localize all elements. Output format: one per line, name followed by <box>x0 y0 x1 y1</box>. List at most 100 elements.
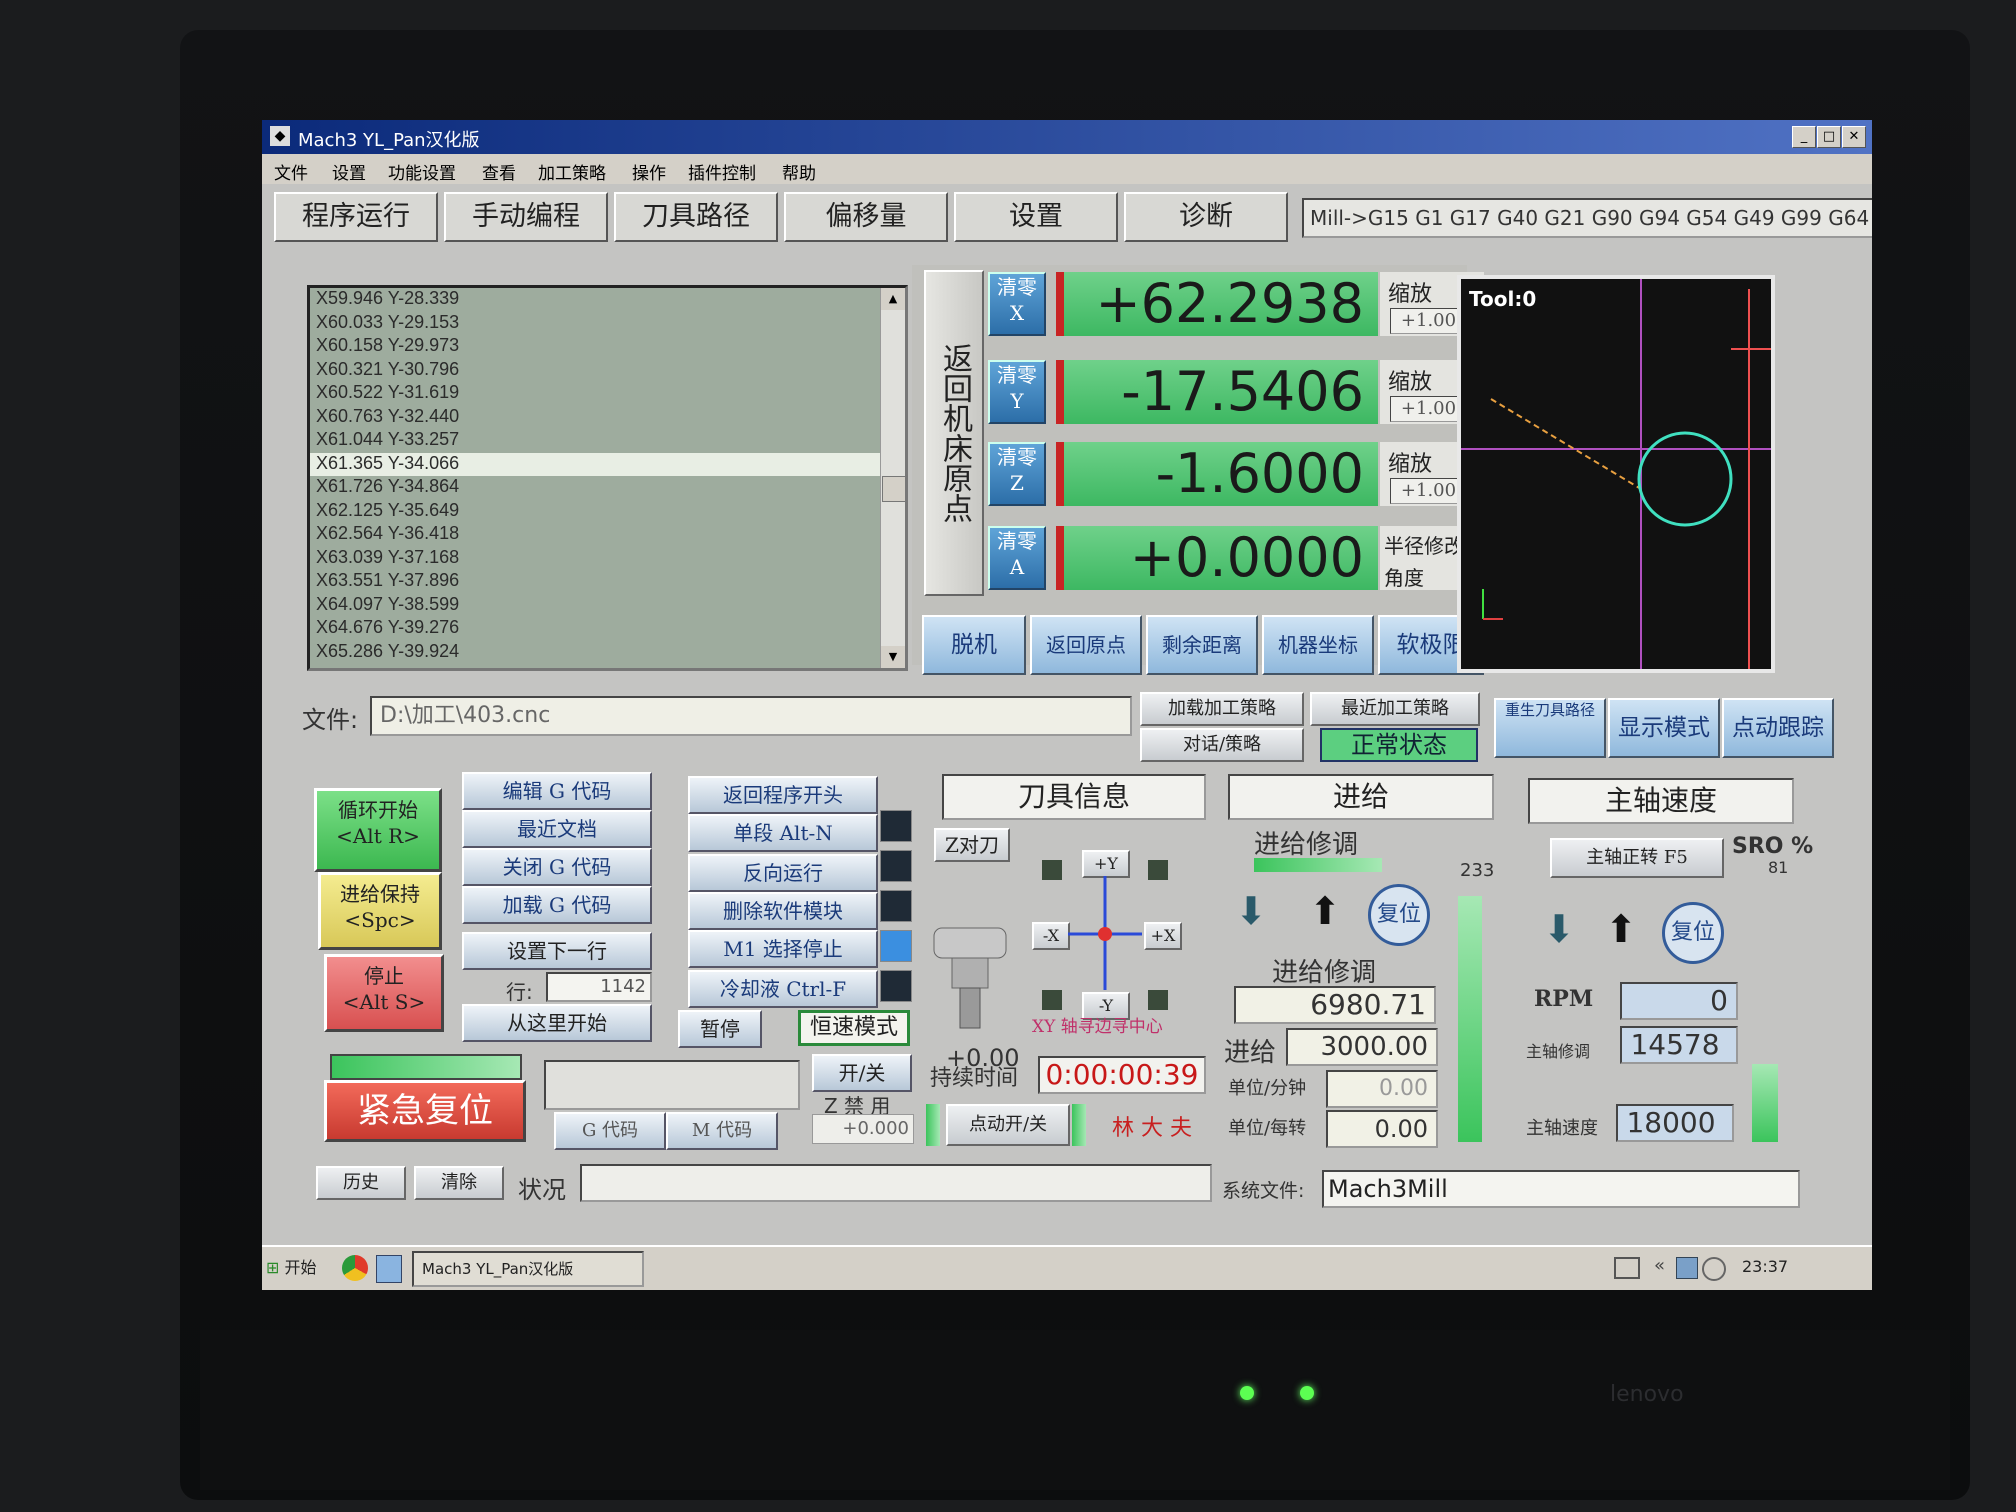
maximize-button[interactable]: □ <box>1817 126 1841 148</box>
optional-stop-button[interactable]: M1 选择停止 <box>688 930 878 968</box>
gcode-line[interactable]: X61.726 Y-34.864 <box>310 476 905 500</box>
offline-button[interactable]: 脱机 <box>922 615 1026 675</box>
pause-button[interactable]: 暂停 <box>678 1010 762 1048</box>
tab-settings[interactable]: 设置 <box>954 192 1118 242</box>
gcode-line[interactable]: X63.039 Y-37.168 <box>310 547 905 571</box>
mcodes-button[interactable]: M 代码 <box>666 1112 778 1150</box>
toolpath-display[interactable]: Tool:0 <box>1457 275 1775 673</box>
recent-file-button[interactable]: 最近文档 <box>462 810 652 848</box>
feed-reset-button[interactable]: 复位 <box>1368 884 1430 946</box>
spindle-up-icon[interactable]: ⬆ <box>1594 902 1648 956</box>
coolant-button[interactable]: 冷却液 Ctrl-F <box>688 970 878 1008</box>
gcode-line[interactable]: X63.551 Y-37.896 <box>310 570 905 594</box>
history-button[interactable]: 历史 <box>316 1166 406 1200</box>
z-touch-button[interactable]: Z对刀 <box>934 828 1010 862</box>
menu-operate[interactable]: 操作 <box>632 159 666 184</box>
feed-override-slider[interactable] <box>1458 896 1482 1142</box>
line-number-field[interactable]: 1142 <box>546 972 652 1002</box>
tab-program-run[interactable]: 程序运行 <box>274 192 438 242</box>
menu-function-settings[interactable]: 功能设置 <box>388 159 456 184</box>
gcode-line[interactable]: X62.564 Y-36.418 <box>310 523 905 547</box>
clear-button[interactable]: 清除 <box>414 1166 504 1200</box>
wizard-button[interactable]: 对话/策略 <box>1140 728 1304 762</box>
feed-rate-value[interactable]: 3000.00 <box>1286 1028 1438 1066</box>
emergency-reset-button[interactable]: 紧急复位 <box>324 1080 526 1142</box>
dro-x[interactable]: +62.2938 <box>1056 272 1378 336</box>
close-button[interactable]: ✕ <box>1842 126 1866 148</box>
taskbar-mach3-item[interactable]: Mach3 YL_Pan汉化版 <box>412 1251 644 1287</box>
close-gcode-button[interactable]: 关闭 G 代码 <box>462 848 652 886</box>
spindle-cw-button[interactable]: 主轴正转 F5 <box>1550 838 1724 878</box>
jog-follow-button[interactable]: 点动跟踪 <box>1722 698 1834 758</box>
menu-plugins[interactable]: 插件控制 <box>688 159 756 184</box>
gcode-line[interactable]: X59.946 Y-28.339 <box>310 288 905 312</box>
set-next-line-button[interactable]: 设置下一行 <box>462 932 652 970</box>
feed-override-value[interactable]: 6980.71 <box>1234 986 1436 1024</box>
zero-x-button[interactable]: 清零 X <box>988 272 1046 336</box>
edit-gcode-button[interactable]: 编辑 G 代码 <box>462 772 652 810</box>
menu-view[interactable]: 查看 <box>482 159 516 184</box>
tab-offsets[interactable]: 偏移量 <box>784 192 948 242</box>
dro-a[interactable]: +0.0000 <box>1056 526 1378 590</box>
browser-icon[interactable] <box>342 1255 368 1281</box>
load-gcode-button[interactable]: 加载 G 代码 <box>462 886 652 924</box>
stop-button[interactable]: 停止 <Alt S> <box>324 954 444 1032</box>
gcodes-button[interactable]: G 代码 <box>554 1112 666 1150</box>
gcode-line[interactable]: X65.286 Y-39.924 <box>310 641 905 665</box>
scroll-down-icon[interactable]: ▼ <box>881 646 905 668</box>
feed-up-icon[interactable]: ⬆ <box>1298 884 1352 938</box>
spindle-override-slider[interactable] <box>1752 1064 1778 1142</box>
gcode-line[interactable]: X60.158 Y-29.973 <box>310 335 905 359</box>
explorer-icon[interactable] <box>376 1255 402 1283</box>
dro-y[interactable]: -17.5406 <box>1056 360 1378 424</box>
ref-all-home-button[interactable]: 返回机床原点 <box>924 270 984 596</box>
single-block-button[interactable]: 单段 Alt-N <box>688 814 878 852</box>
dro-z[interactable]: -1.6000 <box>1056 442 1378 506</box>
regen-toolpath-button[interactable]: 重生刀具路径 <box>1494 698 1606 758</box>
zero-y-button[interactable]: 清零 Y <box>988 360 1046 424</box>
gcode-line[interactable]: X60.321 Y-30.796 <box>310 359 905 383</box>
tab-toolpath[interactable]: 刀具路径 <box>614 192 778 242</box>
reverse-run-button[interactable]: 反向运行 <box>688 854 878 892</box>
jog-toggle-button[interactable]: 点动开/关 <box>946 1104 1070 1146</box>
recent-strategy-button[interactable]: 最近加工策略 <box>1310 692 1480 726</box>
menu-help[interactable]: 帮助 <box>782 159 816 184</box>
gcode-line[interactable]: X60.033 Y-29.153 <box>310 312 905 336</box>
gcode-line[interactable]: X61.365 Y-34.066 <box>310 452 905 476</box>
spindle-override-value[interactable]: 14578 <box>1620 1026 1738 1064</box>
gcode-list[interactable]: X59.946 Y-28.339 X60.033 Y-29.153 X60.158 … <box>307 285 908 671</box>
scroll-thumb[interactable] <box>882 476 905 502</box>
tab-mdi[interactable]: 手动编程 <box>444 192 608 242</box>
goto-zero-button[interactable]: 返回原点 <box>1030 615 1142 675</box>
distance-to-go-button[interactable]: 剩余距离 <box>1146 615 1258 675</box>
gcode-line[interactable]: X62.125 Y-35.649 <box>310 500 905 524</box>
block-delete-button[interactable]: 删除软件模块 <box>688 892 878 930</box>
start-button[interactable]: ⊞ 开始 <box>266 1251 330 1285</box>
gcode-scrollbar[interactable]: ▲ ▼ <box>880 288 905 668</box>
gcode-line[interactable]: X64.676 Y-39.276 <box>310 617 905 641</box>
gcode-line[interactable]: X61.044 Y-33.257 <box>310 429 905 453</box>
spindle-speed-value[interactable]: 18000 <box>1616 1104 1734 1142</box>
minimize-button[interactable]: _ <box>1792 126 1816 148</box>
menu-strategy[interactable]: 加工策略 <box>538 159 606 184</box>
menu-settings[interactable]: 设置 <box>332 159 366 184</box>
menu-file[interactable]: 文件 <box>274 159 308 184</box>
z-inhibit-toggle[interactable]: 开/关 <box>812 1054 912 1092</box>
gcode-line[interactable]: X60.763 Y-32.440 <box>310 406 905 430</box>
spindle-down-icon[interactable]: ⬇ <box>1532 902 1586 956</box>
cycle-start-button[interactable]: 循环开始 <Alt R> <box>314 788 442 872</box>
spindle-reset-button[interactable]: 复位 <box>1662 902 1724 964</box>
scroll-up-icon[interactable]: ▲ <box>881 288 905 310</box>
tray-expand-icon[interactable]: « <box>1654 1255 1665 1276</box>
rewind-button[interactable]: 返回程序开头 <box>688 776 878 814</box>
gcode-line[interactable]: X64.097 Y-38.599 <box>310 594 905 618</box>
tab-diagnostics[interactable]: 诊断 <box>1124 192 1288 242</box>
machine-coords-button[interactable]: 机器坐标 <box>1262 615 1374 675</box>
xy-edge-finder-label[interactable]: XY 轴寻边寻中心 <box>1032 1012 1163 1037</box>
feed-down-icon[interactable]: ⬇ <box>1224 884 1278 938</box>
zero-z-button[interactable]: 清零 Z <box>988 442 1046 506</box>
gcode-line[interactable]: X60.522 Y-31.619 <box>310 382 905 406</box>
zero-a-button[interactable]: 清零 A <box>988 526 1046 590</box>
display-mode-button[interactable]: 显示模式 <box>1608 698 1720 758</box>
feed-hold-button[interactable]: 进给保持 <Spc> <box>318 872 442 950</box>
